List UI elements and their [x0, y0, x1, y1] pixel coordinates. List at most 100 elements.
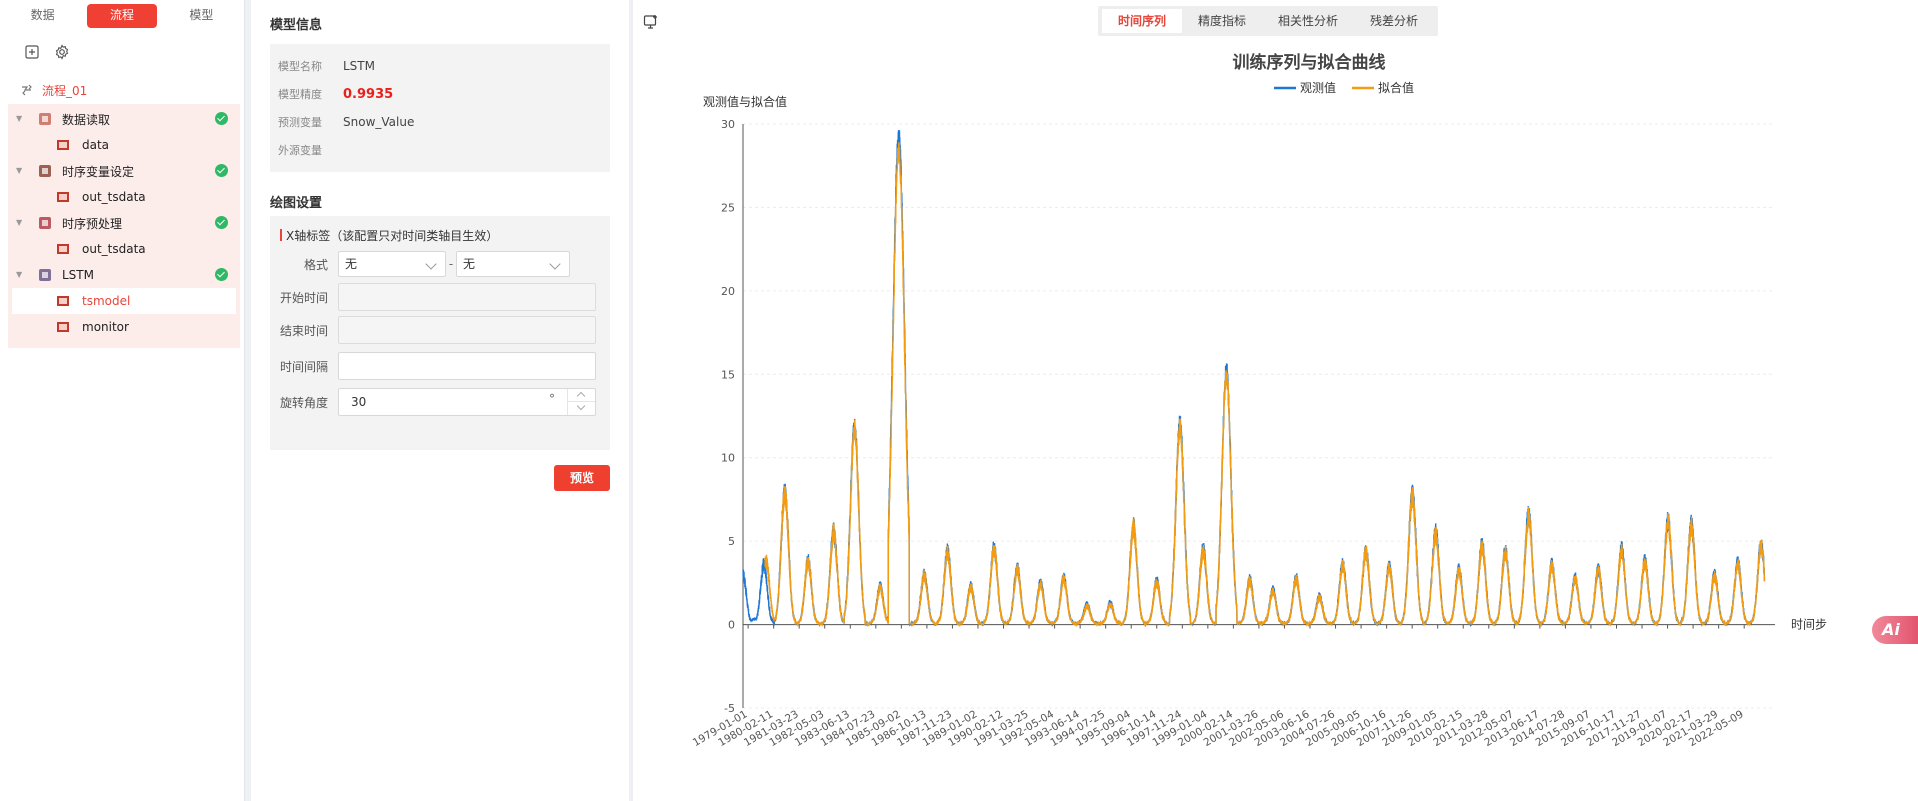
legend-label: 观测值: [1300, 80, 1336, 95]
chart: 训练序列与拟合曲线观测值 拟合值观测值与拟合值 -5 0 5 10 15 20 25 30 时间步 1…: [691, 52, 1827, 749]
caret-down-icon[interactable]: ▼: [16, 166, 26, 176]
y-tick-label: 0: [728, 619, 735, 632]
gear-icon[interactable]: [54, 44, 70, 60]
plot-settings-title: 绘图设置: [270, 196, 323, 211]
x-tick-label: 2004-07-26: [1278, 708, 1337, 749]
x-tick-label: 1985-09-02: [844, 708, 903, 749]
x-tick-label: 2001-03-26: [1202, 708, 1261, 749]
tree-node[interactable]: ▼ 数据读取: [8, 106, 240, 132]
x-tick-label: 2011-03-28: [1431, 708, 1490, 749]
info-row-target: 预测变量 Snow_Value: [278, 115, 415, 129]
tree-node[interactable]: ▼ 时序变量设定: [8, 158, 240, 184]
caret-down-icon[interactable]: ▼: [16, 218, 26, 228]
tab-flow[interactable]: 流程: [87, 4, 157, 28]
x-tick-label: 1987-11-23: [895, 708, 954, 749]
chevron-down-icon: [425, 258, 437, 270]
rotate-value: 30: [351, 395, 367, 409]
x-tick-label: 2014-07-28: [1508, 708, 1567, 749]
flow-icon: [22, 84, 32, 96]
tab-correlation[interactable]: 相关性分析: [1262, 9, 1354, 33]
node-icon: [39, 165, 51, 177]
dataset-icon: [57, 244, 69, 254]
stepper-down-icon[interactable]: [568, 402, 595, 415]
tab-model[interactable]: 模型: [167, 2, 236, 30]
format-label: 格式: [303, 257, 328, 272]
tree-leaf[interactable]: data: [8, 132, 240, 158]
dataset-icon: [57, 322, 69, 332]
legend-label: 拟合值: [1378, 80, 1414, 95]
check-icon: [215, 164, 228, 177]
end-time-input[interactable]: [338, 316, 596, 344]
format-select-a[interactable]: 无: [338, 251, 446, 277]
x-tick-label: 2002-05-06: [1227, 708, 1286, 749]
model-accuracy-value: 0.9935: [343, 86, 394, 102]
format-select-b[interactable]: 无: [456, 251, 570, 277]
tab-time-series[interactable]: 时间序列: [1102, 9, 1183, 33]
x-tick-label: 2007-11-26: [1355, 708, 1414, 749]
x-tick-label: 2022-05-09: [1687, 708, 1746, 749]
tree-leaf[interactable]: out_tsdata: [8, 236, 240, 262]
x-tick-label: 1996-10-14: [1099, 708, 1158, 749]
screen-icon[interactable]: [643, 14, 659, 30]
x-tick-label: 2010-02-15: [1406, 708, 1465, 749]
rotate-row: 旋转角度 30 °: [280, 384, 600, 420]
y-tick-label: 25: [721, 201, 735, 214]
x-tick-label: 1980-02-11: [716, 708, 775, 749]
caret-down-icon[interactable]: ▼: [16, 114, 26, 124]
y-axis-label: 观测值与拟合值: [703, 94, 787, 109]
x-tick-label: 2017-11-27: [1585, 708, 1644, 749]
x-tick-label: 2000-02-14: [1176, 708, 1235, 749]
x-tick-label: 2006-10-16: [1329, 708, 1388, 749]
tree-leaf[interactable]: monitor: [8, 314, 240, 340]
node-icon: [39, 113, 51, 125]
x-tick-label: 2013-06-17: [1483, 708, 1542, 749]
x-tick-label: 2015-09-07: [1534, 708, 1593, 749]
preview-button[interactable]: 预览: [554, 465, 610, 491]
nav-tabs: 数据 流程 模型: [8, 2, 236, 30]
y-tick-label: 10: [721, 452, 735, 465]
tab-residual[interactable]: 残差分析: [1354, 9, 1434, 33]
node-icon: [39, 269, 51, 281]
x-tick-label: 1981-03-23: [742, 708, 801, 749]
caret-down-icon[interactable]: ▼: [16, 270, 26, 280]
x-tick-label: 2012-05-07: [1457, 708, 1516, 749]
tree-leaf[interactable]: out_tsdata: [8, 184, 240, 210]
tree-leaf[interactable]: tsmodel: [12, 288, 236, 314]
x-tick-label: 1991-03-25: [972, 708, 1031, 749]
stepper-up-icon[interactable]: [568, 389, 595, 402]
x-tick-label: 1989-01-02: [921, 708, 980, 749]
x-tick-label: 2021-03-29: [1661, 708, 1720, 749]
x-tick-label: 2005-09-05: [1304, 708, 1363, 749]
tree-node-label: 时序变量设定: [62, 164, 135, 179]
tree-node[interactable]: ▼ 时序预处理: [8, 210, 240, 236]
tree-leaf-label: out_tsdata: [82, 190, 146, 204]
info-row-name: 模型名称 LSTM: [278, 59, 375, 73]
rotate-stepper[interactable]: 30 °: [338, 388, 596, 416]
ai-badge[interactable]: Ai: [1872, 616, 1918, 644]
x-tick-label: 2003-06-16: [1253, 708, 1312, 749]
y-tick-label: 30: [721, 118, 735, 131]
interval-input[interactable]: [338, 352, 596, 380]
interval-row: 时间间隔: [280, 348, 600, 384]
tab-data[interactable]: 数据: [8, 2, 77, 30]
tree-root-label: 流程_01: [42, 83, 88, 98]
tree-root[interactable]: 流程_01: [8, 76, 240, 104]
tab-accuracy[interactable]: 精度指标: [1182, 9, 1262, 33]
add-icon[interactable]: [24, 44, 40, 60]
tree-node-label: 数据读取: [62, 112, 111, 127]
chevron-down-icon: [549, 258, 561, 270]
y-tick-label: -5: [724, 702, 735, 715]
dataset-icon: [57, 192, 69, 202]
start-time-input[interactable]: [338, 283, 596, 311]
tree-node-label: LSTM: [62, 268, 94, 282]
x-tick-label: 1984-07-23: [818, 708, 877, 749]
x-tick-label: 1986-10-13: [870, 708, 929, 749]
y-tick-label: 15: [721, 368, 735, 381]
x-tick-label: 2020-02-17: [1636, 708, 1695, 749]
series-line-fitted: [764, 142, 1766, 628]
x-tick-label: 1983-06-13: [793, 708, 852, 749]
tree-node[interactable]: ▼ LSTM: [8, 262, 240, 288]
x-tick-label: 2019-01-07: [1610, 708, 1669, 749]
end-row: 结束时间: [280, 312, 600, 348]
x-tick-label: 2016-10-17: [1559, 708, 1618, 749]
